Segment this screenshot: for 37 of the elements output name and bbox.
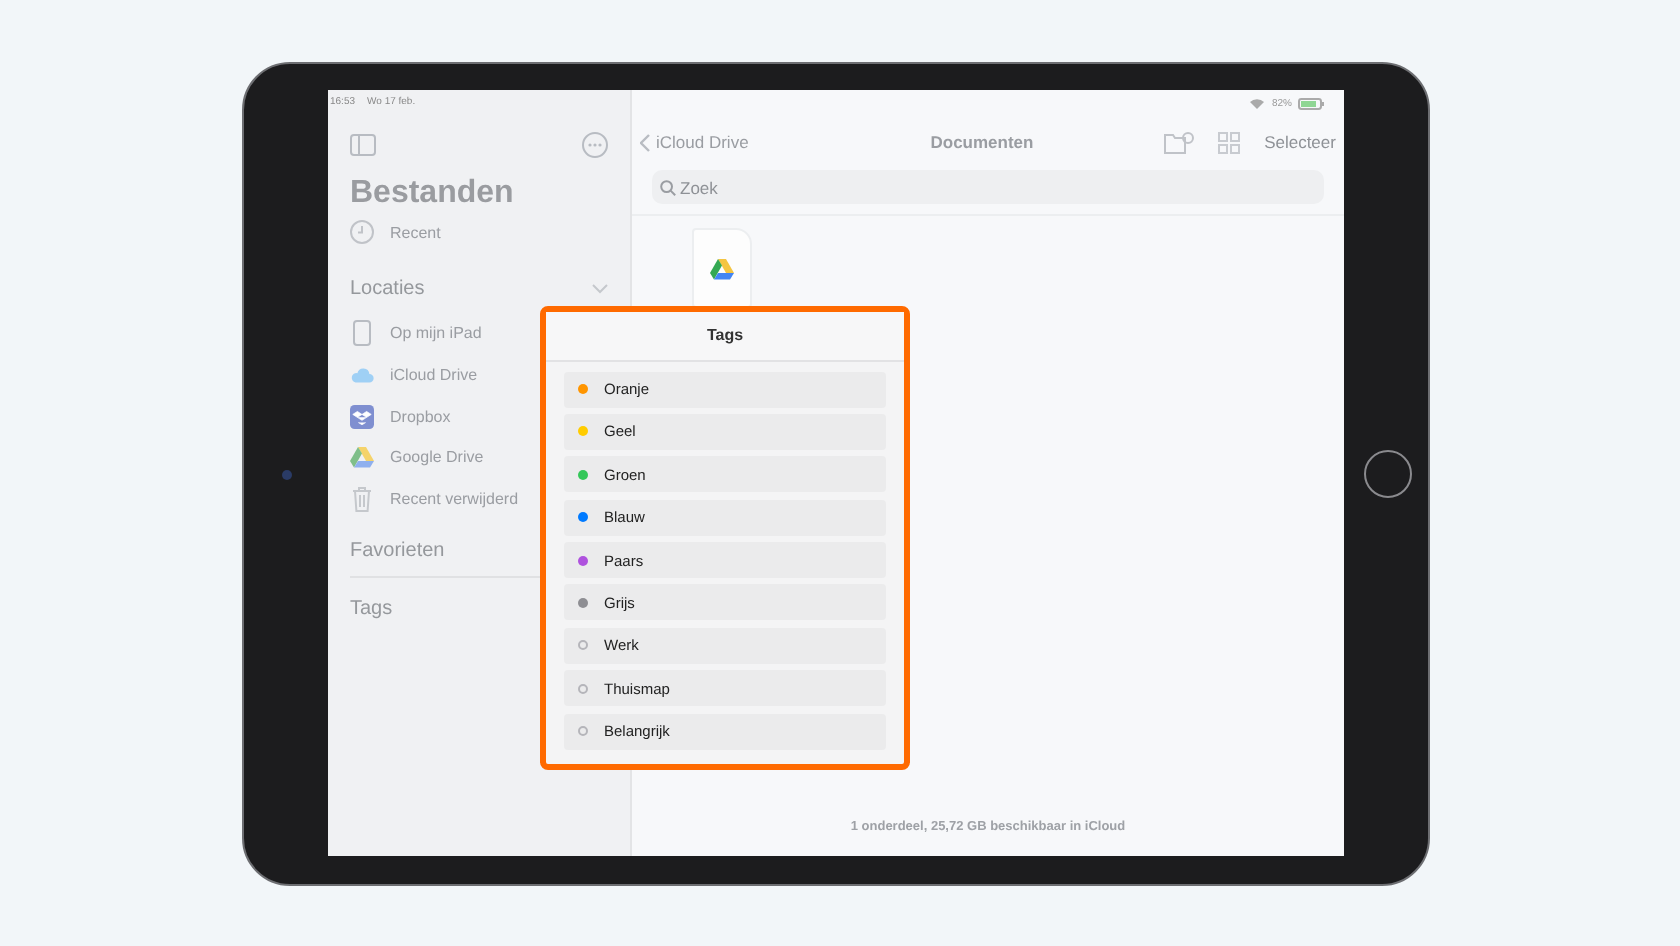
section-header[interactable]: Tags (350, 598, 393, 621)
sidebar-item[interactable]: Dropbox (390, 407, 451, 426)
sidebar-item[interactable]: Recent verwijderd (390, 489, 519, 508)
sidebar-item[interactable]: Google Drive (390, 448, 484, 467)
new-folder-icon[interactable] (1164, 131, 1195, 153)
battery-icon (1298, 97, 1324, 109)
document-file[interactable] (692, 228, 752, 308)
section-header[interactable]: Locaties (350, 278, 425, 301)
empty-circle-icon (578, 726, 588, 737)
trash-icon (352, 485, 372, 512)
empty-circle-icon (578, 640, 588, 651)
select-button[interactable]: Selecteer (1264, 132, 1336, 152)
section-header[interactable]: Favorieten (350, 540, 445, 563)
cloud-icon (350, 365, 374, 384)
empty-circle-icon (578, 683, 588, 694)
sidebar-item[interactable]: Recent (390, 223, 441, 242)
search-field[interactable]: Zoek (652, 170, 1324, 204)
search-icon (660, 179, 676, 195)
tablet-icon (352, 320, 372, 347)
sidebar-toggle-icon[interactable] (350, 134, 376, 156)
wifi-icon (1247, 96, 1266, 110)
more-icon[interactable] (582, 132, 608, 158)
chevron-down-icon[interactable] (592, 284, 608, 295)
triangle-icon (710, 257, 734, 279)
clock-icon (350, 220, 374, 245)
triangle-icon (350, 446, 374, 469)
chevron-left-icon (640, 133, 650, 151)
back-button[interactable]: iCloud Drive (640, 132, 860, 152)
sidebar-title: Bestanden (350, 176, 516, 212)
camera-dot (282, 469, 292, 479)
sidebar-item[interactable]: Op mijn iPad (390, 324, 482, 343)
home-button[interactable] (1364, 449, 1412, 497)
sidebar-item[interactable]: iCloud Drive (390, 365, 478, 384)
popup-title: Tags (546, 311, 904, 361)
box-icon (350, 403, 374, 430)
nav-title: Documenten (930, 132, 1034, 152)
grid-icon[interactable] (1218, 131, 1241, 153)
